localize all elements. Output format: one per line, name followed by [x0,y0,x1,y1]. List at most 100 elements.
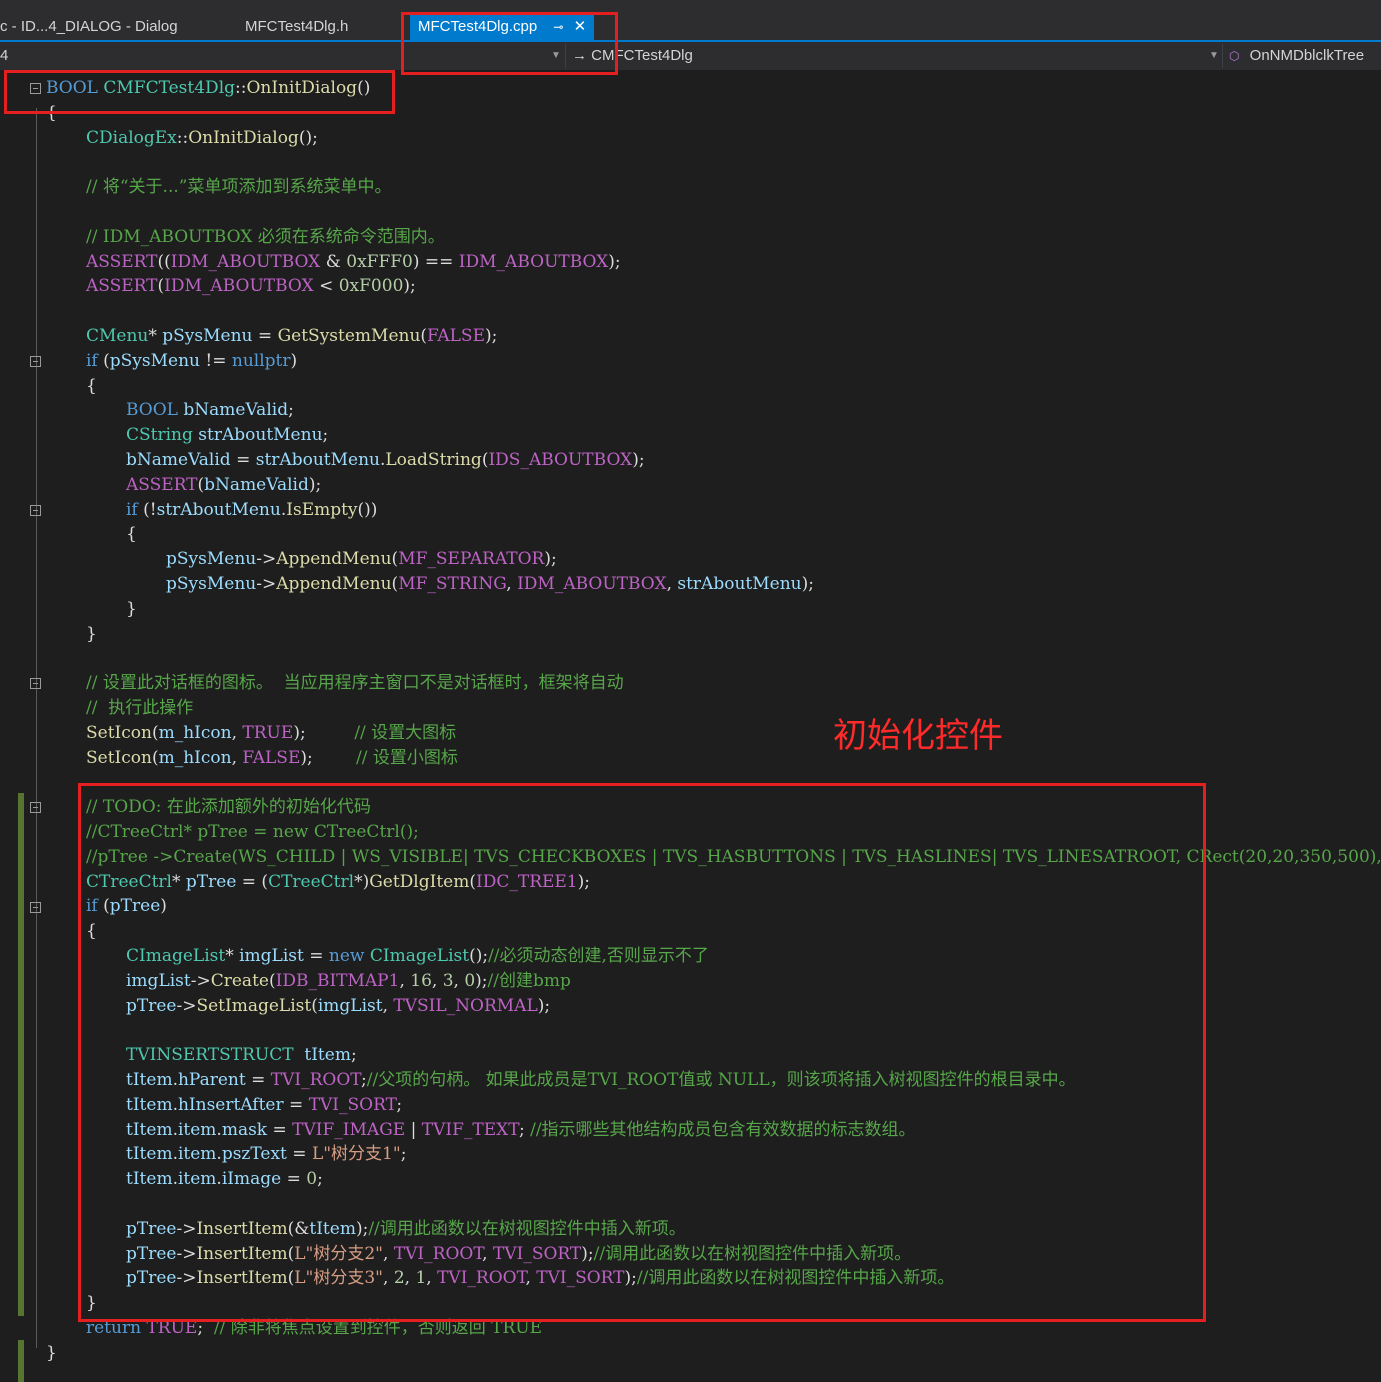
code-token: = [230,450,256,470]
code-line[interactable]: // 将“关于...”菜单项添加到系统菜单中。 [86,175,391,200]
nav-divider [1222,44,1223,68]
code-token: // 设置此对话框的图标。 当应用程序主窗口不是对话框时，框架将自动 [86,673,624,694]
tab-header-file[interactable]: MFCTest4Dlg.h [245,14,348,40]
code-token: CDialogEx [86,127,177,148]
code-line[interactable]: } [86,622,97,647]
code-token: ) [290,350,298,371]
code-token: BOOL [126,400,178,421]
code-line[interactable]: CMenu* pSysMenu = GetSystemMenu(FALSE); [86,324,497,349]
code-token: = [252,326,278,346]
collapse-icon[interactable] [30,902,41,913]
code-token: OnInitDialog [188,127,299,148]
code-line[interactable]: ASSERT((IDM_ABOUTBOX & 0xFFF0) == IDM_AB… [86,250,621,275]
code-token: ); [632,450,645,470]
code-token: pSysMenu [166,549,257,570]
code-token: ); [293,722,355,743]
code-token: pSysMenu [162,326,253,346]
code-token: bNameValid [183,400,289,421]
code-line[interactable]: pSysMenu->AppendMenu(MF_STRING, IDM_ABOU… [166,572,814,597]
code-token: FALSE [427,326,485,346]
code-token: LoadString [385,450,482,470]
code-token: // IDM_ABOUTBOX 必须在系统命令范围内。 [86,226,445,247]
code-line[interactable]: } [126,597,137,622]
code-token: if [86,350,98,371]
code-token: ( [97,350,110,371]
code-token: FALSE [242,747,301,768]
code-token: } [86,623,97,644]
member-dropdown[interactable]: ⬡ OnNMDblclkTree [1229,42,1364,70]
tab-label: MFCTest4Dlg.h [245,18,349,35]
code-line[interactable]: if (!strAboutMenu.IsEmpty()) [126,498,377,523]
code-line[interactable]: ASSERT(IDM_ABOUTBOX < 0xF000); [86,274,416,299]
chevron-down-icon[interactable]: ▼ [1209,42,1219,70]
code-token: != [200,350,232,371]
code-line[interactable]: } [46,1341,57,1366]
code-token: // 将“关于...”菜单项添加到系统菜单中。 [86,177,392,198]
code-token: ()) [357,499,378,520]
code-token: ( [151,747,159,768]
code-line[interactable]: bNameValid = strAboutMenu.LoadString(IDS… [126,448,645,473]
code-token: { [126,524,137,545]
code-token: (! [137,499,157,520]
code-token: < [313,276,339,297]
code-line[interactable]: SetIcon(m_hIcon, TRUE); // 设置大图标 [86,721,456,746]
code-token: strAboutMenu [198,425,323,446]
outline-guide [36,108,37,1348]
code-line[interactable]: // 设置此对话框的图标。 当应用程序主窗口不是对话框时，框架将自动 [86,671,624,696]
code-line[interactable]: ASSERT(bNameValid); [126,473,321,498]
code-token: strAboutMenu [677,574,802,594]
highlight-box-function-signature [4,70,395,114]
code-token: } [46,1342,57,1363]
code-token: MF_SEPARATOR [398,549,545,570]
code-token: GetSystemMenu [277,326,421,346]
method-icon: ⬡ [1229,49,1240,63]
code-token: IDS_ABOUTBOX [488,450,633,470]
code-token: } [126,598,137,619]
code-token: & [320,251,347,272]
code-line[interactable]: SetIcon(m_hIcon, FALSE); // 设置小图标 [86,746,458,771]
collapse-icon[interactable] [30,678,41,689]
code-token: AppendMenu [276,549,392,570]
code-token: // 设置小图标 [355,747,458,768]
collapse-icon[interactable] [30,505,41,516]
code-line[interactable]: { [86,374,97,399]
code-token: // 执行此操作 [86,698,194,718]
code-token: m_hIcon [158,722,232,743]
code-token: ); [485,326,498,346]
code-token: bNameValid [204,474,309,495]
code-line[interactable]: CString strAboutMenu; [126,423,328,448]
code-token: 0xF000 [338,276,404,297]
code-token: ( [151,722,159,743]
code-token: ASSERT [126,474,198,495]
code-token: ASSERT [86,276,158,297]
code-line[interactable]: BOOL bNameValid; [126,398,294,423]
navigation-bar: 4 ▼ → CMFCTest4Dlg ▼ ⬡ OnNMDblclkTree [0,42,1381,70]
code-token: ) == [412,251,459,272]
code-token: bNameValid [126,450,231,470]
code-token: CMenu [86,326,149,346]
document-tab-strip: c - ID...4_DIALOG - Dialog MFCTest4Dlg.h… [0,0,1381,40]
collapse-icon[interactable] [30,802,41,813]
code-token: , [231,722,243,743]
code-token: -> [256,574,277,594]
code-token: (( [157,251,171,272]
tab-dialog-resource[interactable]: c - ID...4_DIALOG - Dialog [0,14,178,40]
code-line[interactable]: if (pSysMenu != nullptr) [86,349,297,374]
code-line[interactable]: { [126,522,137,547]
code-token: ); [403,276,416,297]
member-dropdown-value: OnNMDblclkTree [1249,47,1365,64]
annotation-label: 初始化控件 [833,716,1003,756]
code-token: ); [544,549,557,570]
code-token: * [148,326,163,346]
collapse-icon[interactable] [30,356,41,367]
tab-label: c - ID...4_DIALOG - Dialog [0,18,178,35]
code-line[interactable]: // IDM_ABOUTBOX 必须在系统命令范围内。 [86,225,445,250]
code-token: IDM_ABOUTBOX [170,251,321,272]
code-line[interactable]: pSysMenu->AppendMenu(MF_SEPARATOR); [166,547,557,572]
code-line[interactable]: // 执行此操作 [86,696,193,721]
code-line[interactable]: CDialogEx::OnInitDialog(); [86,126,318,151]
code-token: pSysMenu [109,350,201,371]
project-dropdown[interactable]: 4 [0,42,8,70]
code-token: IDM_ABOUTBOX [458,251,609,272]
code-token: strAboutMenu [255,450,380,470]
